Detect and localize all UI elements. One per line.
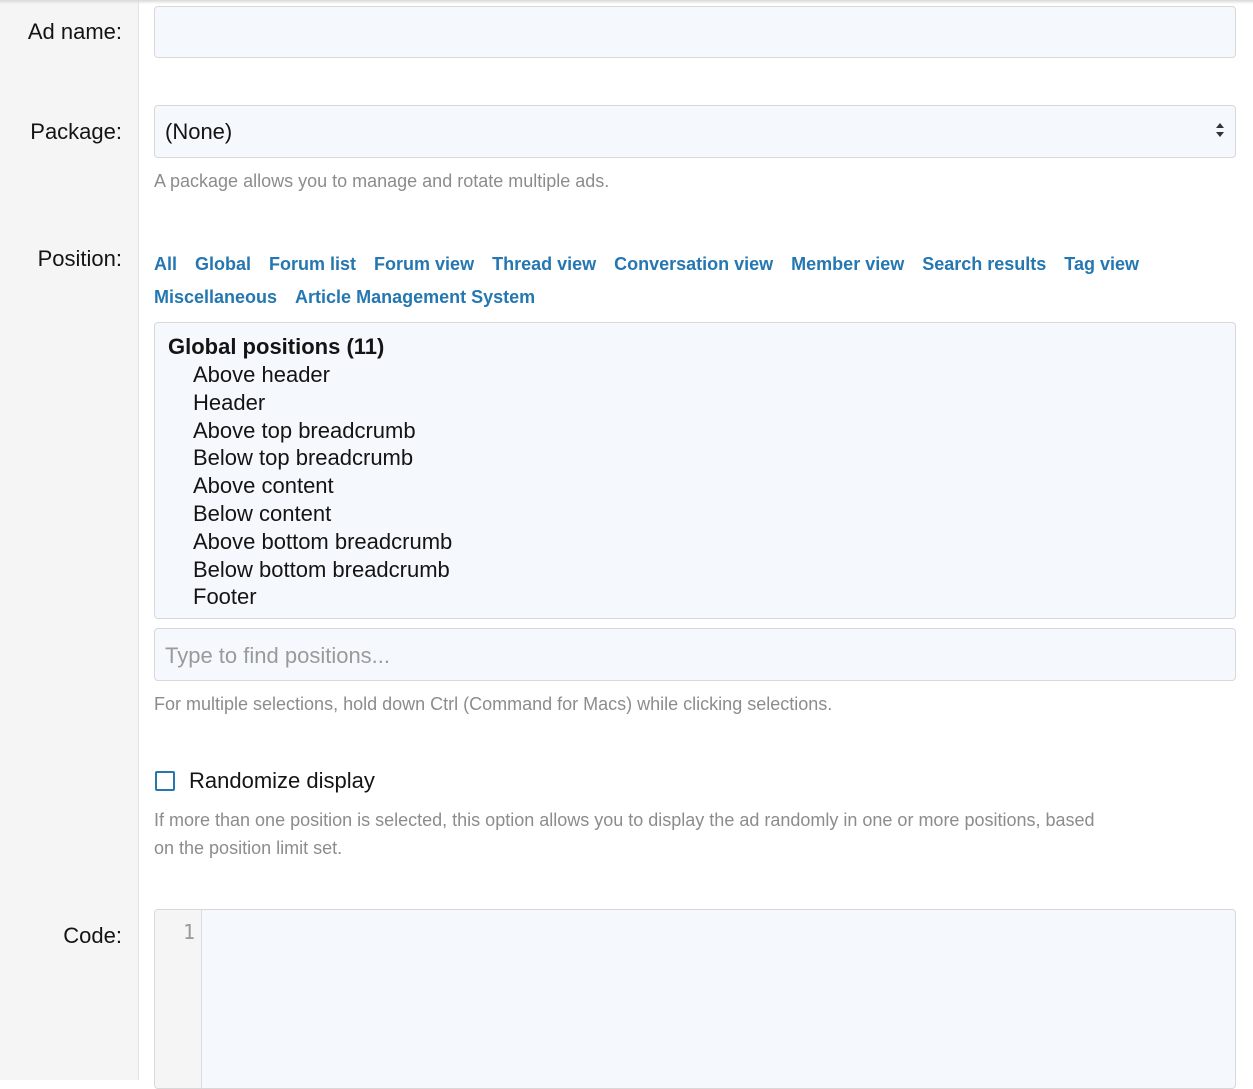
tab-miscellaneous[interactable]: Miscellaneous bbox=[154, 281, 277, 314]
position-option-below-content[interactable]: Below content bbox=[193, 500, 452, 528]
code-gutter: 1 bbox=[155, 910, 202, 1088]
label-column bbox=[0, 0, 139, 1080]
position-label: Position: bbox=[37, 246, 122, 271]
ad-name-label: Ad name: bbox=[27, 19, 122, 44]
tab-all[interactable]: All bbox=[154, 248, 177, 281]
ad-name-input[interactable] bbox=[154, 6, 1236, 58]
position-option-below-bottom-breadcrumb[interactable]: Below bottom breadcrumb bbox=[193, 556, 452, 584]
position-filter-tabs: All Global Forum list Forum view Thread view… bbox=[154, 248, 1234, 314]
tab-conversation-view[interactable]: Conversation view bbox=[614, 248, 773, 281]
position-option-above-bottom-breadcrumb[interactable]: Above bottom breadcrumb bbox=[193, 528, 452, 556]
randomize-checkbox[interactable] bbox=[155, 771, 175, 791]
package-select[interactable]: (None) bbox=[154, 105, 1236, 158]
select-arrows-icon bbox=[1216, 123, 1224, 137]
tab-member-view[interactable]: Member view bbox=[791, 248, 904, 281]
package-selected-value: (None) bbox=[165, 119, 233, 144]
line-number: 1 bbox=[182, 920, 195, 944]
position-multiselect[interactable]: Global positions (11) Above header Heade… bbox=[154, 322, 1236, 619]
position-option-above-header[interactable]: Above header bbox=[193, 361, 452, 389]
find-positions-input[interactable] bbox=[165, 643, 1165, 669]
package-explain: A package allows you to manage and rotat… bbox=[154, 171, 610, 191]
tab-search-results[interactable]: Search results bbox=[922, 248, 1046, 281]
tab-forum-view[interactable]: Forum view bbox=[374, 248, 474, 281]
tab-global[interactable]: Global bbox=[195, 248, 251, 281]
randomize-explain-line-1: If more than one position is selected, t… bbox=[154, 810, 1095, 830]
find-positions-box bbox=[154, 628, 1236, 681]
code-editor[interactable]: 1 bbox=[154, 909, 1236, 1089]
randomize-explain-line-2: on the position limit set. bbox=[154, 838, 343, 858]
tab-thread-view[interactable]: Thread view bbox=[492, 248, 596, 281]
position-group-title: Global positions (11) bbox=[168, 334, 385, 359]
tab-tag-view[interactable]: Tag view bbox=[1064, 248, 1139, 281]
position-option-below-top-breadcrumb[interactable]: Below top breadcrumb bbox=[193, 444, 452, 472]
tab-article-management-system[interactable]: Article Management System bbox=[295, 281, 535, 314]
position-option-footer[interactable]: Footer bbox=[193, 583, 452, 611]
position-option-header[interactable]: Header bbox=[193, 389, 452, 417]
top-edge-shadow bbox=[0, 0, 1253, 4]
position-explain: For multiple selections, hold down Ctrl … bbox=[154, 694, 833, 714]
position-option-above-top-breadcrumb[interactable]: Above top breadcrumb bbox=[193, 417, 452, 445]
tab-forum-list[interactable]: Forum list bbox=[269, 248, 356, 281]
code-label: Code: bbox=[63, 923, 122, 948]
package-label: Package: bbox=[30, 119, 122, 144]
position-option-above-content[interactable]: Above content bbox=[193, 472, 452, 500]
randomize-label[interactable]: Randomize display bbox=[189, 768, 375, 794]
